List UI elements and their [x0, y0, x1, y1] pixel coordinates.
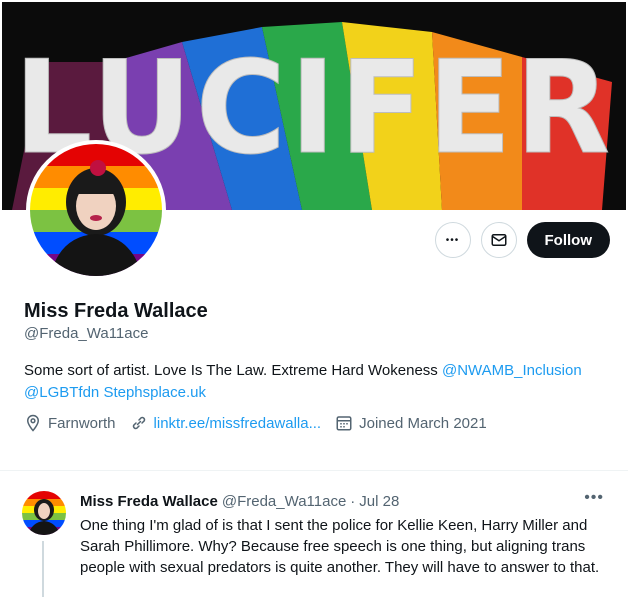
bio-link-nwamb[interactable]: @NWAMB_Inclusion: [442, 362, 582, 379]
bio-text: Some sort of artist. Love Is The Law. Ex…: [24, 362, 442, 379]
thread-line: [42, 541, 44, 597]
profile-card: LUCIFER ••• Follow Miss Freda Wallace @F…: [2, 2, 626, 442]
tweet-date[interactable]: Jul 28: [359, 493, 399, 510]
location-text: Farnworth: [48, 414, 116, 432]
tweet-author-handle[interactable]: @Freda_Wa11ace: [222, 493, 346, 510]
bio-link-lgbtfdn[interactable]: @LGBTfdn: [24, 384, 99, 401]
location-item: Farnworth: [24, 414, 116, 432]
website-item[interactable]: linktr.ee/missfredawalla...: [130, 414, 322, 432]
calendar-icon: [336, 416, 352, 431]
profile-avatar[interactable]: [26, 140, 166, 280]
joined-text: Joined March 2021: [359, 414, 487, 432]
website-link[interactable]: linktr.ee/missfredawalla...: [154, 415, 322, 432]
tweet-avatar[interactable]: [22, 491, 66, 535]
tweet-header: Miss Freda Wallace @Freda_Wa11ace · Jul …: [80, 493, 399, 510]
follow-button[interactable]: Follow: [526, 222, 610, 258]
profile-bio: Some sort of artist. Love Is The Law. Ex…: [24, 360, 614, 404]
bio-link-stephsplace[interactable]: Stephsplace.uk: [103, 384, 206, 401]
location-icon: [26, 414, 40, 432]
more-button[interactable]: •••: [434, 222, 471, 258]
more-icon: •••: [445, 234, 460, 246]
tweet-more-icon[interactable]: •••: [584, 489, 604, 507]
message-button[interactable]: [480, 222, 517, 258]
tweet-author-name[interactable]: Miss Freda Wallace: [80, 493, 218, 510]
mail-icon: [491, 234, 506, 246]
link-icon: [132, 416, 145, 430]
tweet-text: One thing I'm glad of is that I sent the…: [80, 517, 600, 576]
profile-actions: ••• Follow: [434, 222, 610, 258]
tweet-card[interactable]: Miss Freda Wallace @Freda_Wa11ace · Jul …: [0, 470, 628, 597]
display-name: Miss Freda Wallace: [24, 300, 208, 322]
tweet-separator: ·: [350, 493, 356, 510]
profile-handle: @Freda_Wa11ace: [24, 325, 149, 342]
joined-item: Joined March 2021: [335, 414, 487, 432]
profile-meta: Farnworth linktr.ee/missfredawalla... Jo…: [24, 414, 501, 432]
